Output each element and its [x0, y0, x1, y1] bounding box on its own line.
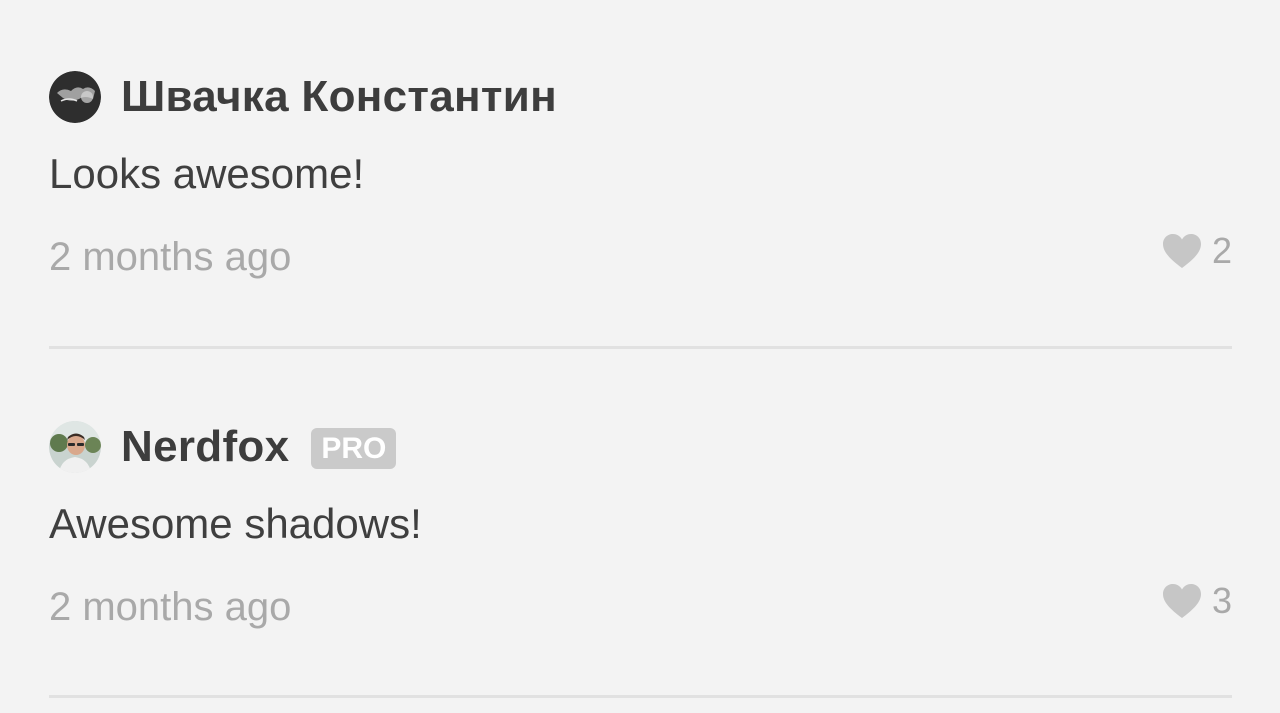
- comment-author-row: Nerdfox PRO: [49, 420, 1232, 474]
- user-avatar[interactable]: [49, 71, 101, 123]
- like-count: 3: [1211, 580, 1232, 621]
- comment-text: Awesome shadows!: [49, 500, 422, 547]
- comment-timestamp: 2 months ago: [49, 235, 292, 279]
- comments-list: Швачка Константин Looks awesome! 2 month…: [0, 0, 1280, 713]
- divider: [49, 695, 1232, 698]
- pro-badge: PRO: [311, 427, 397, 469]
- avatar-image: [49, 71, 101, 123]
- comment-timestamp: 2 months ago: [49, 585, 292, 629]
- like-button[interactable]: 2: [1162, 233, 1232, 269]
- divider: [49, 346, 1232, 349]
- comment-author-row: Швачка Константин: [49, 70, 1232, 124]
- author-name[interactable]: Nerdfox: [121, 425, 289, 469]
- comment-item: Швачка Константин Looks awesome! 2 month…: [49, 70, 1232, 281]
- heart-icon: [1162, 584, 1201, 618]
- comment-item: Nerdfox PRO Awesome shadows! 2 months ag…: [49, 420, 1232, 631]
- author-name[interactable]: Швачка Константин: [121, 75, 557, 119]
- avatar-image: [49, 421, 101, 473]
- comment-meta: 2 months ago 3: [49, 583, 1232, 631]
- like-button[interactable]: 3: [1162, 583, 1232, 619]
- comment-meta: 2 months ago 2: [49, 233, 1232, 281]
- user-avatar[interactable]: [49, 421, 101, 473]
- like-count: 2: [1211, 230, 1232, 271]
- comment-text: Looks awesome!: [49, 150, 365, 197]
- heart-icon: [1162, 234, 1201, 268]
